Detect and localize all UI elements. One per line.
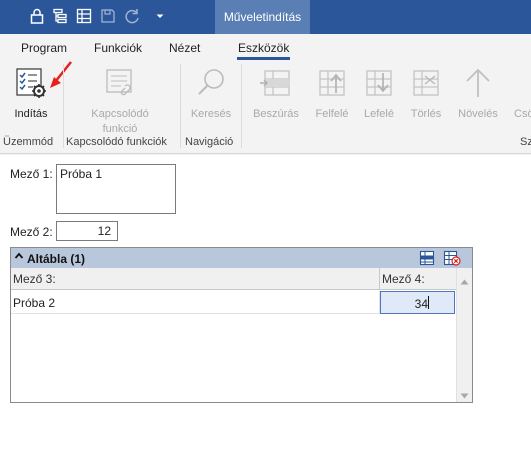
noveles-label: Növelés bbox=[458, 108, 498, 120]
add-row-icon[interactable] bbox=[419, 250, 435, 269]
grid-icon[interactable] bbox=[74, 6, 94, 26]
torles-label: Törlés bbox=[410, 108, 442, 120]
move-up-icon bbox=[310, 64, 354, 102]
title-bar: Műveletindítás bbox=[0, 0, 531, 34]
subtable-title: Altábla (1) bbox=[27, 252, 86, 266]
felfele-button[interactable]: Felfelé bbox=[310, 64, 354, 122]
beszuras-button[interactable]: Beszúrás bbox=[250, 64, 302, 122]
tree-icon[interactable] bbox=[50, 6, 70, 26]
field2-input[interactable]: 12 bbox=[56, 221, 118, 241]
field1-label: Mező 1: bbox=[10, 167, 53, 181]
group-navigacio: Navigáció bbox=[185, 136, 234, 148]
beszuras-label: Beszúrás bbox=[253, 108, 299, 120]
chevron-up-icon[interactable] bbox=[14, 251, 24, 264]
column-header-mezo4[interactable]: Mező 4: bbox=[380, 268, 456, 290]
kapcsolodo-funkcio-button[interactable]: Kapcsolódó funkció bbox=[82, 64, 158, 137]
ribbon-tabs: Program Funkciók Nézet Eszközök bbox=[0, 34, 531, 60]
inditas-label: Indítás bbox=[14, 108, 48, 120]
field2-label: Mező 2: bbox=[10, 225, 53, 239]
ribbon-separator bbox=[63, 64, 64, 148]
lefele-button[interactable]: Lefelé bbox=[358, 64, 400, 122]
cso-label: Csö bbox=[514, 108, 531, 120]
cso-button[interactable]: Csö bbox=[514, 64, 531, 122]
annotation-arrow-icon bbox=[50, 61, 72, 88]
kapcsolodo-funkcio-label: Kapcsolódó funkció bbox=[91, 108, 149, 135]
kereses-label: Keresés bbox=[190, 108, 232, 120]
tab-program[interactable]: Program bbox=[21, 41, 67, 55]
ribbon-separator bbox=[180, 64, 181, 148]
arrow-up-icon bbox=[454, 64, 502, 102]
group-kapcsolodo-funkciok: Kapcsolódó funkciók bbox=[66, 136, 167, 148]
scroll-up-icon[interactable] bbox=[460, 274, 469, 288]
kereses-button[interactable]: Keresés bbox=[188, 64, 234, 122]
column-header-mezo3[interactable]: Mező 3: bbox=[11, 268, 380, 290]
torles-button[interactable]: Törlés bbox=[406, 64, 446, 122]
search-icon bbox=[188, 64, 234, 102]
subtable: Altábla (1) Mező 3: Mező 4: Próba 2 34 bbox=[10, 247, 473, 403]
noveles-button[interactable]: Növelés bbox=[454, 64, 502, 122]
insert-row-icon bbox=[250, 64, 302, 102]
dropdown-icon[interactable] bbox=[150, 6, 170, 26]
linked-document-icon bbox=[82, 64, 158, 102]
ribbon-separator bbox=[241, 64, 242, 148]
ribbon: Indítás Kapcsolódó funkció Keresés Beszú… bbox=[0, 60, 531, 154]
tab-nezet[interactable]: Nézet bbox=[169, 41, 200, 55]
delete-row-icon[interactable] bbox=[443, 250, 461, 269]
lock-icon[interactable] bbox=[27, 6, 47, 26]
table-cell-mezo3[interactable]: Próba 2 bbox=[11, 291, 380, 314]
field1-textarea[interactable]: Próba 1 bbox=[56, 164, 176, 214]
move-down-icon bbox=[358, 64, 400, 102]
text-cursor bbox=[428, 296, 429, 309]
table-cell-mezo4[interactable]: 34 bbox=[380, 291, 455, 314]
felfele-label: Felfelé bbox=[315, 108, 349, 120]
vertical-scrollbar[interactable] bbox=[456, 268, 472, 402]
save-icon[interactable] bbox=[98, 6, 118, 26]
scroll-down-icon[interactable] bbox=[460, 388, 469, 402]
tab-eszkozok[interactable]: Eszközök bbox=[236, 41, 291, 60]
context-tab[interactable]: Műveletindítás bbox=[215, 0, 310, 34]
tab-funkciok[interactable]: Funkciók bbox=[94, 41, 142, 55]
group-sz: Sz bbox=[520, 136, 531, 148]
subtable-header: Altábla (1) bbox=[11, 248, 472, 268]
lefele-label: Lefelé bbox=[364, 108, 394, 120]
form-area: Mező 1: Próba 1 Mező 2: 12 Altábla (1) M… bbox=[0, 155, 531, 459]
delete-row-icon bbox=[406, 64, 446, 102]
group-uzemmod: Üzemmód bbox=[3, 136, 54, 148]
redo-icon[interactable] bbox=[122, 6, 142, 26]
